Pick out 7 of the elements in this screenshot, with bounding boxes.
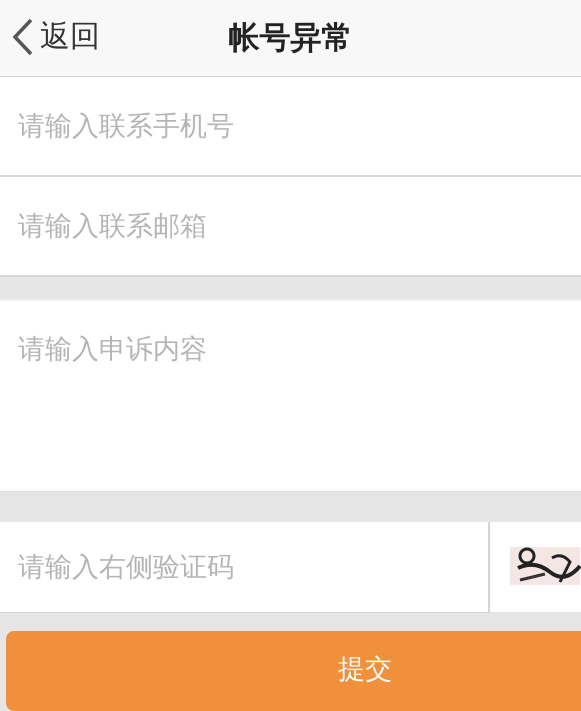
back-icon [12,18,34,56]
back-button[interactable]: 返回 [12,16,100,57]
text-area[interactable]: 请输入申诉内容 [0,299,581,492]
input-field[interactable]: 请输入联系邮箱 [0,177,581,277]
page-title: 帐号异常 [228,19,352,58]
input-field[interactable]: 请输入联系手机号 [0,77,581,177]
input-field[interactable]: 请输入右侧验证码 [0,522,490,613]
